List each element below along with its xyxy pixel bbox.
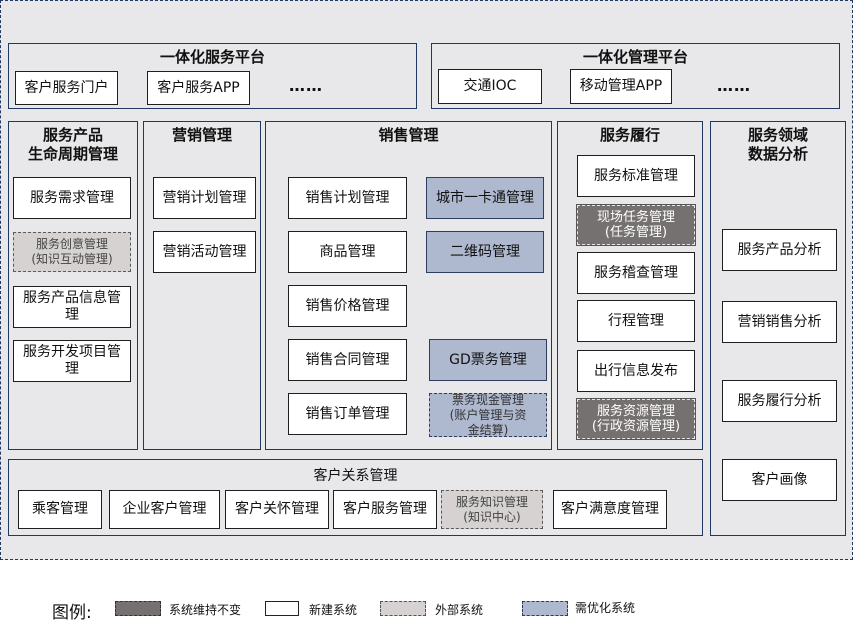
legend-swatch-new: [265, 601, 299, 616]
fulfillment-panel: 服务履行 服务标准管理 现场任务管理 (任务管理) 服务稽查管理 行程管理 出行…: [557, 121, 703, 450]
passenger-management[interactable]: 乘客管理: [18, 490, 102, 529]
marketing-title: 营销管理: [171, 126, 232, 144]
analytics-panel: 服务领域 数据分析 服务产品分析 营销销售分析 服务履行分析 客户画像: [710, 121, 846, 536]
service-product-analysis[interactable]: 服务产品分析: [722, 229, 837, 271]
service-standard-management[interactable]: 服务标准管理: [577, 155, 695, 197]
mobile-management-app[interactable]: 移动管理APP: [570, 69, 672, 104]
enterprise-customer-management[interactable]: 企业客户管理: [109, 490, 220, 529]
marketing-activity-management[interactable]: 营销活动管理: [153, 231, 256, 273]
crm-panel: 客户关系管理 乘客管理 企业客户管理 客户关怀管理 客户服务管理 服务知识管理 …: [8, 459, 703, 536]
legend-text-optimize: 需优化系统: [575, 601, 636, 615]
sales-panel: 销售管理 销售计划管理 商品管理 销售价格管理 销售合同管理 销售订单管理 城市…: [265, 121, 552, 450]
sales-plan-management[interactable]: 销售计划管理: [288, 177, 407, 219]
management-platform-more: ……: [717, 76, 751, 95]
management-platform-title: 一体化管理平台: [582, 48, 688, 66]
lifecycle-panel: 服务产品 生命周期管理 服务需求管理 服务创意管理 (知识互动管理) 服务产品信…: [8, 121, 138, 450]
city-card-management[interactable]: 城市一卡通管理: [426, 177, 544, 219]
sales-order-management[interactable]: 销售订单管理: [288, 393, 407, 435]
analytics-title: 服务领域 数据分析: [747, 126, 808, 163]
sales-title: 销售管理: [378, 126, 439, 144]
legend-text-unchanged: 系统维持不变: [169, 603, 242, 617]
crm-title: 客户关系管理: [313, 468, 398, 484]
sales-contract-management[interactable]: 销售合同管理: [288, 339, 407, 381]
service-resource-management[interactable]: 服务资源管理 (行政资源管理): [576, 398, 696, 440]
marketing-panel: 营销管理 营销计划管理 营销活动管理: [143, 121, 261, 450]
service-product-info-management[interactable]: 服务产品信息管 理: [13, 286, 131, 328]
service-dev-project-management[interactable]: 服务开发项目管 理: [13, 340, 131, 382]
legend-label: 图例:: [52, 603, 92, 623]
fulfillment-title: 服务履行: [599, 126, 660, 144]
marketing-sales-analysis[interactable]: 营销销售分析: [722, 301, 837, 343]
legend-text-new: 新建系统: [309, 603, 358, 617]
sales-price-management[interactable]: 销售价格管理: [288, 285, 407, 327]
service-inspection-management[interactable]: 服务稽查管理: [577, 252, 695, 294]
traffic-ioc[interactable]: 交通IOC: [438, 69, 542, 104]
travel-info-release[interactable]: 出行信息发布: [577, 350, 695, 392]
legend-swatch-external: [380, 601, 426, 616]
marketing-plan-management[interactable]: 营销计划管理: [153, 177, 256, 219]
trip-management[interactable]: 行程管理: [577, 300, 695, 342]
customer-service-app[interactable]: 客户服务APP: [147, 71, 250, 105]
onsite-task-management[interactable]: 现场任务管理 (任务管理): [576, 204, 696, 246]
customer-profile[interactable]: 客户画像: [722, 459, 837, 501]
management-platform-panel: 一体化管理平台 交通IOC 移动管理APP ……: [431, 43, 840, 109]
gd-ticket-management[interactable]: GD票务管理: [429, 339, 547, 381]
customer-service-management[interactable]: 客户服务管理: [333, 490, 437, 529]
service-demand-management[interactable]: 服务需求管理: [13, 177, 131, 219]
customer-satisfaction-management[interactable]: 客户满意度管理: [553, 490, 667, 529]
legend-swatch-optimize: [522, 601, 568, 616]
service-knowledge-management[interactable]: 服务知识管理 (知识中心): [441, 490, 543, 529]
service-platform-more: ……: [289, 76, 323, 95]
customer-service-portal[interactable]: 客户服务门户: [15, 71, 118, 105]
legend-text-external: 外部系统: [435, 603, 484, 617]
legend-swatch-unchanged: [115, 601, 161, 616]
ticket-cash-management[interactable]: 票务现金管理 (账户管理与资 金结算): [429, 393, 547, 437]
service-fulfillment-analysis[interactable]: 服务履行分析: [722, 380, 837, 422]
customer-care-management[interactable]: 客户关怀管理: [225, 490, 329, 529]
service-idea-management[interactable]: 服务创意管理 (知识互动管理): [13, 232, 131, 272]
service-platform-title: 一体化服务平台: [159, 48, 265, 66]
qr-code-management[interactable]: 二维码管理: [426, 231, 544, 273]
service-platform-panel: 一体化服务平台 客户服务门户 客户服务APP ……: [8, 43, 417, 109]
product-management[interactable]: 商品管理: [288, 231, 407, 273]
lifecycle-title: 服务产品 生命周期管理: [27, 126, 118, 163]
